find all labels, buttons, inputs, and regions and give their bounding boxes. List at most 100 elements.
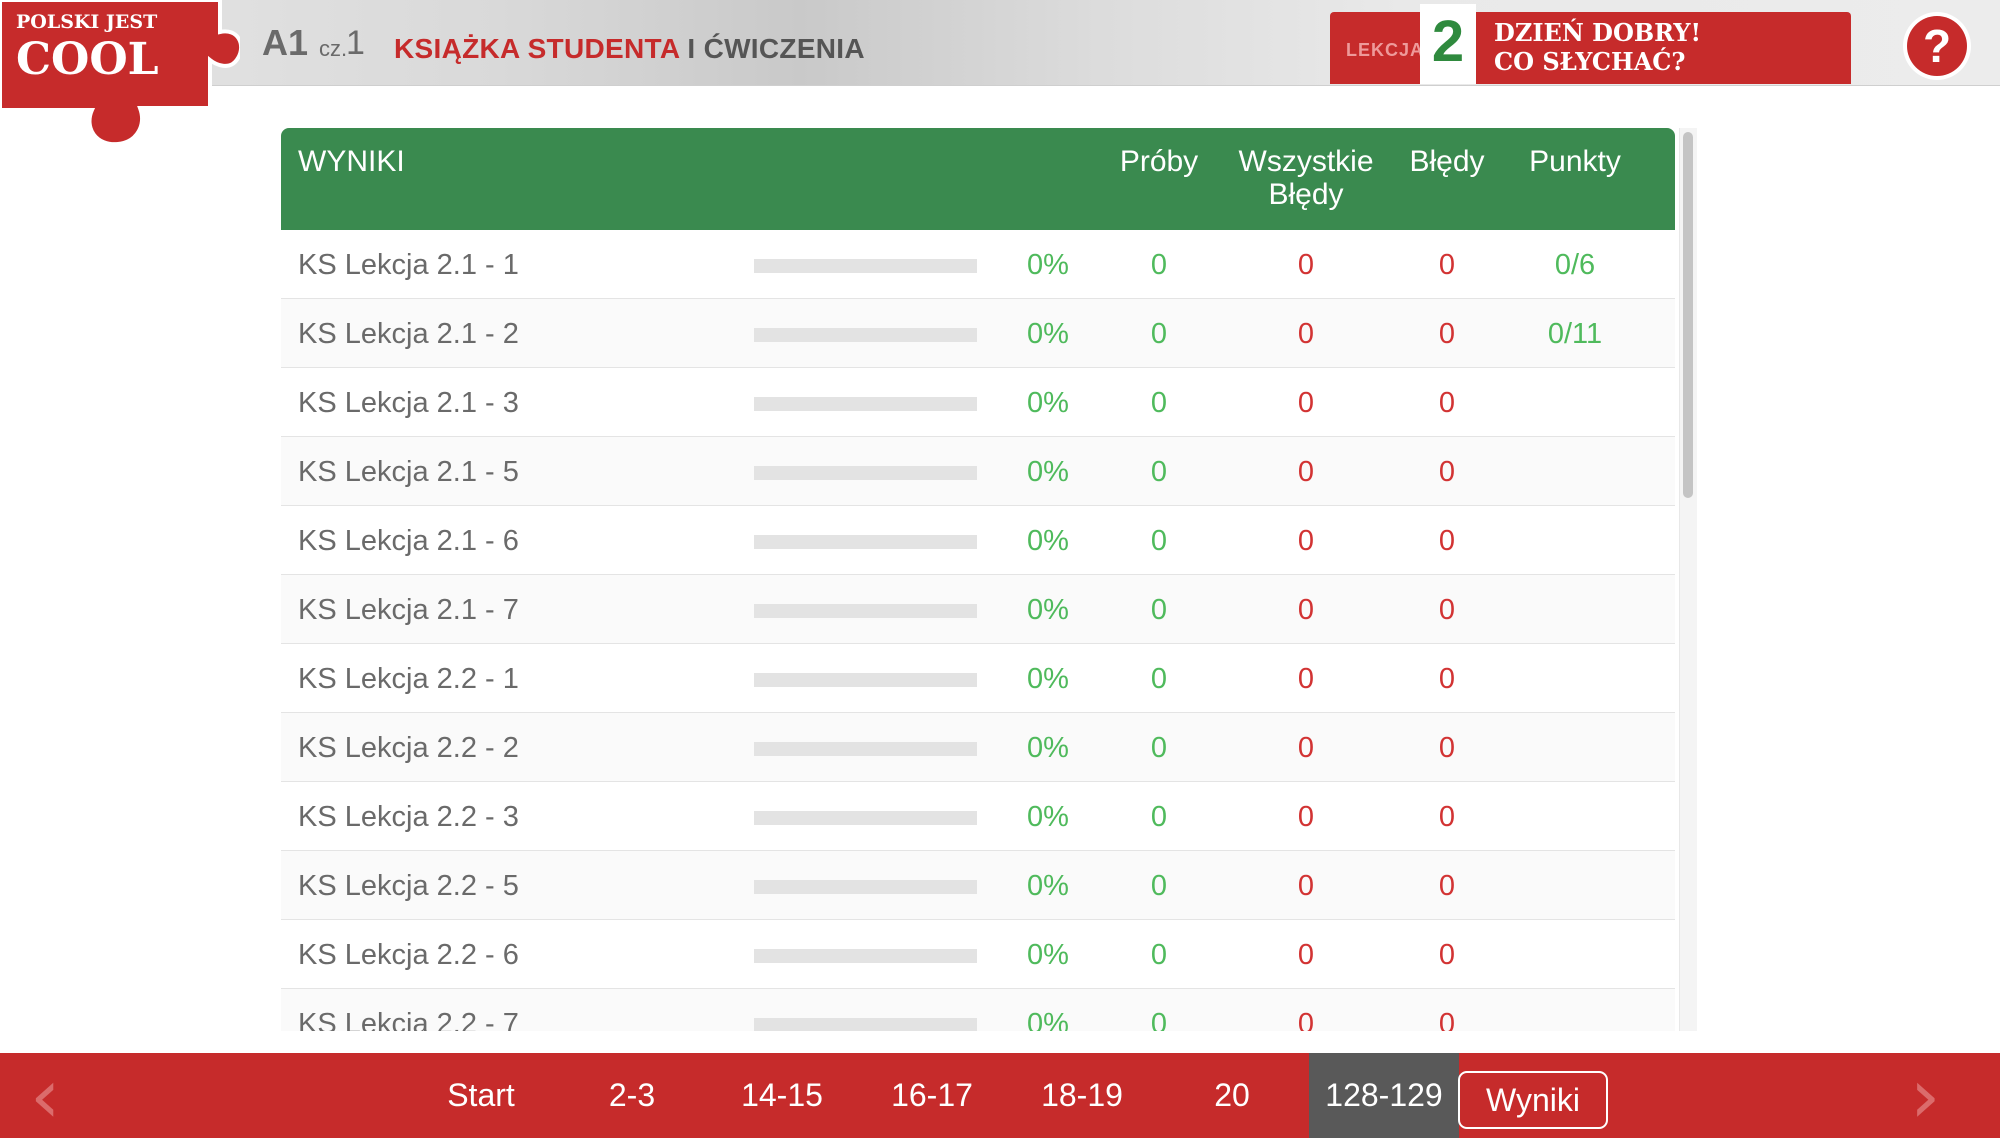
question-mark-icon: ? xyxy=(1907,16,1967,76)
row-exercise-name: KS Lekcja 2.1 - 6 xyxy=(298,525,519,557)
row-tries: 0 xyxy=(1150,456,1168,488)
nav-page-start[interactable]: Start xyxy=(428,1053,534,1138)
nav-page-128-129[interactable]: 128-129 xyxy=(1309,1053,1459,1138)
row-percent: 0% xyxy=(1027,249,1069,281)
row-tries: 0 xyxy=(1150,939,1168,971)
row-tries: 0 xyxy=(1150,594,1168,626)
header-tries: Próby xyxy=(1119,145,1199,178)
nav-page-16-17[interactable]: 16-17 xyxy=(872,1053,992,1138)
row-tries: 0 xyxy=(1150,663,1168,695)
row-all-errors: 0 xyxy=(1297,249,1315,281)
row-progress-bar xyxy=(754,604,977,618)
header-errors: Błędy xyxy=(1409,145,1485,178)
table-row[interactable]: KS Lekcja 2.1 - 6 0% 0 0 0 xyxy=(281,506,1675,575)
row-progress-bar xyxy=(754,880,977,894)
table-row[interactable]: KS Lekcja 2.1 - 7 0% 0 0 0 xyxy=(281,575,1675,644)
header-all-errors-line2: Błędy xyxy=(1268,178,1344,211)
row-tries: 0 xyxy=(1150,318,1168,350)
row-errors: 0 xyxy=(1438,1008,1456,1031)
book-title-separator: I xyxy=(679,33,704,64)
row-percent: 0% xyxy=(1027,801,1069,833)
book-title: KSIĄŻKA STUDENTA I ĆWICZENIA xyxy=(394,33,865,65)
lesson-banner[interactable]: LEKCJA 2 DZIEŃ DOBRY! CO SŁYCHAĆ? xyxy=(1330,4,1851,84)
table-row[interactable]: KS Lekcja 2.1 - 3 0% 0 0 0 xyxy=(281,368,1675,437)
row-tries: 0 xyxy=(1150,801,1168,833)
table-row[interactable]: KS Lekcja 2.1 - 5 0% 0 0 0 xyxy=(281,437,1675,506)
row-errors: 0 xyxy=(1438,801,1456,833)
row-all-errors: 0 xyxy=(1297,1008,1315,1031)
row-tries: 0 xyxy=(1150,387,1168,419)
row-points: 0/6 xyxy=(1554,249,1596,281)
header-all-errors: Wszystkie Błędy xyxy=(1221,145,1391,211)
row-tries: 0 xyxy=(1150,732,1168,764)
row-progress-bar xyxy=(754,535,977,549)
row-percent: 0% xyxy=(1027,732,1069,764)
nav-page-2-3[interactable]: 2-3 xyxy=(580,1053,684,1138)
row-all-errors: 0 xyxy=(1297,456,1315,488)
table-row[interactable]: KS Lekcja 2.1 - 2 0% 0 0 0 0/11 xyxy=(281,299,1675,368)
row-all-errors: 0 xyxy=(1297,801,1315,833)
row-exercise-name: KS Lekcja 2.2 - 2 xyxy=(298,732,519,764)
row-percent: 0% xyxy=(1027,939,1069,971)
row-exercise-name: KS Lekcja 2.2 - 5 xyxy=(298,870,519,902)
row-errors: 0 xyxy=(1438,870,1456,902)
nav-page-14-15[interactable]: 14-15 xyxy=(722,1053,842,1138)
table-row[interactable]: KS Lekcja 2.2 - 1 0% 0 0 0 xyxy=(281,644,1675,713)
row-progress-bar xyxy=(754,673,977,687)
puzzle-logo[interactable]: POLSKI JEST COOL xyxy=(0,0,240,175)
row-progress-bar xyxy=(754,949,977,963)
table-row[interactable]: KS Lekcja 2.2 - 7 0% 0 0 0 xyxy=(281,989,1675,1031)
help-button[interactable]: ? xyxy=(1903,12,1971,80)
row-all-errors: 0 xyxy=(1297,663,1315,695)
row-tries: 0 xyxy=(1150,525,1168,557)
row-progress-bar xyxy=(754,466,977,480)
row-exercise-name: KS Lekcja 2.2 - 3 xyxy=(298,801,519,833)
chevron-left-icon[interactable]: ‹ xyxy=(30,1058,60,1134)
table-row[interactable]: KS Lekcja 2.1 - 1 0% 0 0 0 0/6 xyxy=(281,230,1675,299)
book-title-exercises[interactable]: ĆWICZENIA xyxy=(704,33,865,64)
table-header: WYNIKI Próby Wszystkie Błędy Błędy Punkt… xyxy=(281,128,1675,230)
row-exercise-name: KS Lekcja 2.1 - 3 xyxy=(298,387,519,419)
row-exercise-name: KS Lekcja 2.1 - 7 xyxy=(298,594,519,626)
table-row[interactable]: KS Lekcja 2.2 - 2 0% 0 0 0 xyxy=(281,713,1675,782)
row-errors: 0 xyxy=(1438,387,1456,419)
row-percent: 0% xyxy=(1027,663,1069,695)
header-points: Punkty xyxy=(1529,145,1621,178)
lesson-title-line2: CO SŁYCHAĆ? xyxy=(1494,47,1686,76)
table-scrollbar[interactable] xyxy=(1679,128,1697,1031)
row-tries: 0 xyxy=(1150,1008,1168,1031)
row-exercise-name: KS Lekcja 2.2 - 7 xyxy=(298,1008,519,1031)
logo-text-main: COOL xyxy=(16,34,159,85)
row-all-errors: 0 xyxy=(1297,318,1315,350)
row-exercise-name: KS Lekcja 2.2 - 6 xyxy=(298,939,519,971)
row-percent: 0% xyxy=(1027,870,1069,902)
table-row[interactable]: KS Lekcja 2.2 - 5 0% 0 0 0 xyxy=(281,851,1675,920)
row-exercise-name: KS Lekcja 2.1 - 2 xyxy=(298,318,519,350)
row-progress-bar xyxy=(754,742,977,756)
row-points: 0/11 xyxy=(1547,318,1603,350)
scrollbar-thumb[interactable] xyxy=(1683,132,1693,498)
row-exercise-name: KS Lekcja 2.1 - 1 xyxy=(298,249,519,281)
results-button[interactable]: Wyniki xyxy=(1458,1071,1608,1129)
row-errors: 0 xyxy=(1438,318,1456,350)
book-title-student[interactable]: KSIĄŻKA STUDENTA xyxy=(394,33,679,64)
part-prefix: cz. xyxy=(319,36,348,61)
lesson-title: DZIEŃ DOBRY! CO SŁYCHAĆ? xyxy=(1494,18,1701,76)
row-errors: 0 xyxy=(1438,939,1456,971)
row-progress-bar xyxy=(754,328,977,342)
row-progress-bar xyxy=(754,259,977,273)
row-progress-bar xyxy=(754,1018,977,1031)
header-results: WYNIKI xyxy=(298,145,405,178)
nav-page-18-19[interactable]: 18-19 xyxy=(1022,1053,1142,1138)
row-errors: 0 xyxy=(1438,456,1456,488)
table-row[interactable]: KS Lekcja 2.2 - 3 0% 0 0 0 xyxy=(281,782,1675,851)
row-percent: 0% xyxy=(1027,525,1069,557)
nav-page-20[interactable]: 20 xyxy=(1190,1053,1274,1138)
table-row[interactable]: KS Lekcja 2.2 - 6 0% 0 0 0 xyxy=(281,920,1675,989)
chevron-right-icon[interactable]: › xyxy=(1910,1058,1940,1134)
row-all-errors: 0 xyxy=(1297,939,1315,971)
table-body: KS Lekcja 2.1 - 1 0% 0 0 0 0/6 KS Lekcja… xyxy=(281,230,1675,1031)
lesson-label: LEKCJA xyxy=(1346,40,1425,60)
row-progress-bar xyxy=(754,397,977,411)
logo-text-top: POLSKI JEST xyxy=(16,11,157,33)
